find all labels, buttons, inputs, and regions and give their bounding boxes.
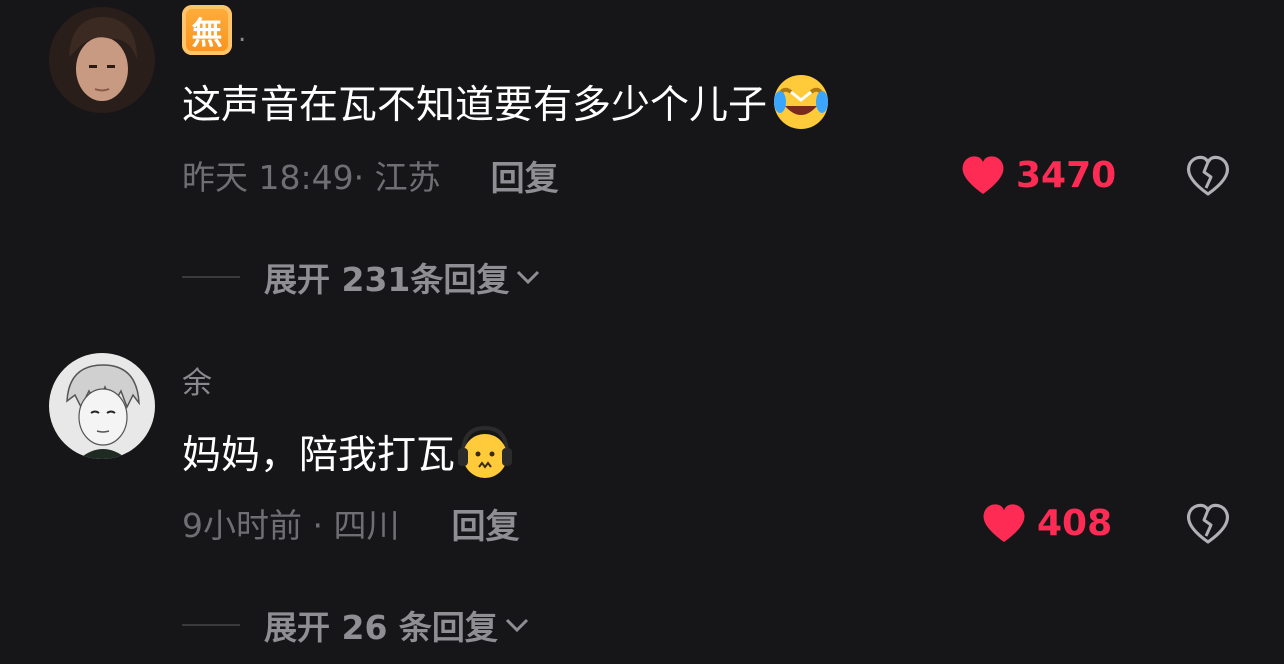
chevron-down-icon <box>517 270 540 285</box>
heart-icon <box>960 154 1006 196</box>
like-count: 3470 <box>1016 154 1117 196</box>
reply-button[interactable]: 回复 <box>491 151 559 200</box>
expand-replies-button[interactable]: 展开 26 条回复 <box>182 600 532 650</box>
expand-replies-label: 展开 26 条回复 <box>264 608 498 647</box>
username-text: 余 <box>182 366 212 401</box>
divider-line <box>182 276 240 278</box>
divider-line <box>182 624 240 626</box>
expand-replies-button[interactable]: 展开 231条回复 <box>182 252 543 302</box>
expand-replies-label: 展开 231条回复 <box>264 260 510 299</box>
chevron-down-icon <box>505 618 528 633</box>
comment-item: 無 . 这声音在瓦不知道要有多少个儿子 昨天 18:49· 江苏 回复 3470… <box>0 0 1284 320</box>
comment-text-content: 妈妈，陪我打瓦 <box>182 433 456 478</box>
avatar[interactable] <box>49 7 155 113</box>
like-button[interactable]: 408 <box>981 498 1112 548</box>
avatar[interactable] <box>49 353 155 459</box>
comment-text-content: 这声音在瓦不知道要有多少个儿子 <box>182 83 768 128</box>
dislike-icon[interactable] <box>1183 498 1233 548</box>
timestamp-location: 昨天 18:49· 江苏 <box>182 158 441 197</box>
comment-text: 妈妈，陪我打瓦 <box>182 420 515 484</box>
dislike-icon[interactable] <box>1183 150 1233 200</box>
laughing-crying-icon <box>771 72 831 132</box>
comment-meta: 昨天 18:49· 江苏 回复 <box>182 150 559 200</box>
reply-button[interactable]: 回复 <box>451 499 519 548</box>
username-badge: 無 <box>182 5 232 55</box>
comment-item: 余 妈妈，陪我打瓦 9小时前 · 四川 回复 408 展开 26 条回复 <box>0 340 1284 664</box>
username[interactable]: 無 . <box>182 5 247 55</box>
heart-icon <box>981 502 1027 544</box>
like-count: 408 <box>1037 502 1113 544</box>
comment-text: 这声音在瓦不知道要有多少个儿子 <box>182 70 831 134</box>
timestamp-location: 9小时前 · 四川 <box>182 506 400 545</box>
username-suffix: . <box>238 18 247 48</box>
like-button[interactable]: 3470 <box>960 150 1116 200</box>
username[interactable]: 余 <box>182 358 212 402</box>
comment-meta: 9小时前 · 四川 回复 <box>182 498 519 548</box>
headphones-sad-icon <box>455 422 515 482</box>
